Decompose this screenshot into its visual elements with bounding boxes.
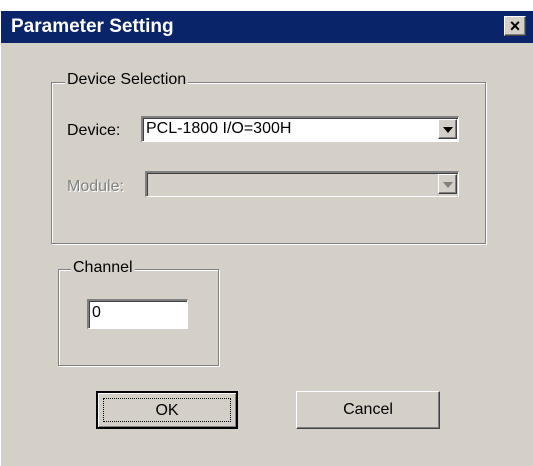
ok-button-label: OK (155, 402, 179, 419)
cancel-button[interactable]: Cancel (296, 391, 440, 429)
module-label: Module: (67, 178, 124, 195)
ok-button[interactable]: OK (96, 391, 238, 429)
channel-input[interactable]: 0 (87, 299, 188, 329)
device-selection-label: Device Selection (65, 71, 189, 89)
channel-group-label: Channel (71, 259, 135, 277)
device-dropdown-value: PCL-1800 I/O=300H (146, 120, 292, 137)
device-selection-group (51, 82, 486, 244)
device-dropdown-button[interactable] (438, 119, 457, 139)
module-dropdown[interactable] (145, 171, 459, 197)
chevron-down-icon (443, 127, 453, 133)
cancel-button-label: Cancel (343, 401, 393, 418)
chevron-down-icon (443, 182, 453, 188)
close-icon: × (509, 16, 521, 36)
title-bar[interactable]: Parameter Setting × (1, 11, 533, 43)
module-dropdown-button[interactable] (438, 174, 457, 194)
close-button[interactable]: × (504, 16, 526, 36)
device-label: Device: (67, 122, 121, 139)
dialog-title: Parameter Setting (11, 16, 174, 37)
device-dropdown[interactable]: PCL-1800 I/O=300H (141, 116, 459, 142)
parameter-setting-dialog: Parameter Setting × Device Selection Dev… (0, 10, 533, 466)
